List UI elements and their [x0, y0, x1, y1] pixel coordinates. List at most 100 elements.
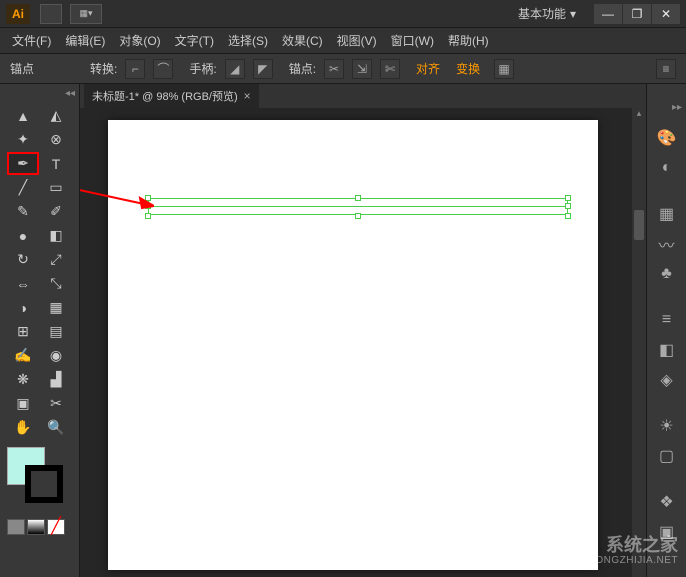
pen-tool[interactable]: ✒ — [7, 152, 39, 175]
document-area: 未标题-1* @ 98% (RGB/预览) × — [80, 84, 646, 577]
selected-path[interactable] — [148, 198, 568, 216]
tools-collapse-icon[interactable]: ◂◂ — [0, 84, 79, 102]
brushes-icon[interactable]: 〰 — [653, 232, 681, 256]
connect-anchor-icon[interactable]: ⇲ — [352, 59, 372, 79]
bridge-icon[interactable] — [40, 4, 62, 24]
scale-tool[interactable]: ⤢ — [40, 248, 72, 271]
color-mode-none[interactable]: ╱ — [47, 519, 65, 535]
right-panel-collapse-icon[interactable]: ▸▸ — [647, 102, 686, 120]
blend-tool[interactable]: ◉ — [40, 344, 72, 367]
vertical-scrollbar[interactable]: ▴ — [632, 108, 646, 577]
menu-help[interactable]: 帮助(H) — [442, 29, 495, 52]
document-tab[interactable]: 未标题-1* @ 98% (RGB/预览) × — [84, 84, 259, 108]
fill-stroke-control[interactable] — [7, 447, 71, 511]
menubar: 文件(F) 编辑(E) 对象(O) 文字(T) 选择(S) 效果(C) 视图(V… — [0, 28, 686, 54]
cut-path-icon[interactable]: ✄ — [380, 59, 400, 79]
menu-window[interactable]: 窗口(W) — [385, 29, 440, 52]
color-mode-normal[interactable] — [7, 519, 25, 535]
workspace-switcher[interactable]: 基本功能 ▾ — [510, 3, 584, 24]
document-tabs: 未标题-1* @ 98% (RGB/预览) × — [80, 84, 646, 108]
appearance-icon[interactable]: ☀ — [653, 414, 681, 438]
perspective-grid-tool[interactable]: ▦ — [40, 296, 72, 319]
anchors-label: 锚点: — [289, 60, 316, 77]
selection-handle[interactable] — [565, 203, 571, 209]
eyedropper-tool[interactable]: ✍ — [7, 344, 39, 367]
blob-brush-tool[interactable]: ● — [7, 224, 39, 247]
tools-panel: ◂◂ ▲ ◭ ✦ ⊗ ✒ T ╱ ▭ ✎ ✐ ● ◧ ↻ ⤢ ⇔ ⤡ ◑ ▦ ⊞… — [0, 84, 80, 577]
pencil-tool[interactable]: ✐ — [40, 200, 72, 223]
lasso-tool[interactable]: ⊗ — [40, 128, 72, 151]
tab-close-icon[interactable]: × — [244, 89, 251, 103]
menu-object[interactable]: 对象(O) — [113, 29, 166, 52]
type-tool[interactable]: T — [40, 152, 72, 175]
scroll-up-icon[interactable]: ▴ — [632, 108, 646, 120]
symbol-sprayer-tool[interactable]: ❋ — [7, 368, 39, 391]
control-bar: 锚点 转换: ⌐ ⌒ 手柄: ◢ ◤ 锚点: ✂ ⇲ ✄ 对齐 变换 ▦ ≡ — [0, 54, 686, 84]
artboard-tool[interactable]: ▣ — [7, 392, 39, 415]
color-guide-icon[interactable]: ◐ — [653, 156, 681, 180]
minimize-button[interactable]: — — [594, 4, 622, 24]
remove-anchor-icon[interactable]: ✂ — [324, 59, 344, 79]
eraser-tool[interactable]: ◧ — [40, 224, 72, 247]
convert-label: 转换: — [90, 60, 117, 77]
document-tab-title: 未标题-1* @ 98% (RGB/预览) — [92, 88, 238, 104]
transform-link[interactable]: 变换 — [456, 60, 480, 77]
swatches-icon[interactable]: ▦ — [653, 202, 681, 226]
titlebar: Ai ▦▾ 基本功能 ▾ — ❐ ✕ — [0, 0, 686, 28]
handle-hide-icon[interactable]: ◤ — [253, 59, 273, 79]
stroke-icon[interactable]: ≡ — [653, 308, 681, 332]
isolate-icon[interactable]: ▦ — [494, 59, 514, 79]
rectangle-tool[interactable]: ▭ — [40, 176, 72, 199]
selection-handle[interactable] — [565, 195, 571, 201]
menu-effect[interactable]: 效果(C) — [276, 29, 329, 52]
scroll-thumb[interactable] — [634, 210, 644, 240]
selection-handle[interactable] — [145, 203, 151, 209]
direct-selection-tool[interactable]: ◭ — [40, 104, 72, 127]
selection-tool[interactable]: ▲ — [7, 104, 39, 127]
mesh-tool[interactable]: ⊞ — [7, 320, 39, 343]
color-mode-row: ╱ — [0, 517, 79, 537]
selection-handle[interactable] — [355, 213, 361, 219]
brush-tool[interactable]: ✎ — [7, 200, 39, 223]
line-tool[interactable]: ╱ — [7, 176, 39, 199]
symbols-icon[interactable]: ♣ — [653, 262, 681, 286]
zoom-tool[interactable]: 🔍 — [40, 416, 72, 439]
arrange-docs-dropdown[interactable]: ▦▾ — [70, 4, 102, 24]
column-graph-tool[interactable]: ▟ — [40, 368, 72, 391]
canvas[interactable] — [80, 108, 646, 577]
menu-select[interactable]: 选择(S) — [222, 29, 274, 52]
workspace-label: 基本功能 — [518, 5, 566, 22]
stroke-swatch[interactable] — [25, 465, 63, 503]
handle-show-icon[interactable]: ◢ — [225, 59, 245, 79]
menu-view[interactable]: 视图(V) — [331, 29, 383, 52]
shape-builder-tool[interactable]: ◑ — [7, 296, 39, 319]
color-mode-gradient[interactable] — [27, 519, 45, 535]
menu-type[interactable]: 文字(T) — [169, 29, 220, 52]
convert-smooth-icon[interactable]: ⌒ — [153, 59, 173, 79]
rotate-tool[interactable]: ↻ — [7, 248, 39, 271]
selection-handle[interactable] — [355, 195, 361, 201]
convert-corner-icon[interactable]: ⌐ — [125, 59, 145, 79]
align-link[interactable]: 对齐 — [416, 60, 440, 77]
layers-icon[interactable]: ❖ — [653, 490, 681, 514]
controlbar-menu-icon[interactable]: ≡ — [656, 59, 676, 79]
artboard[interactable] — [108, 120, 598, 570]
graphic-styles-icon[interactable]: ▢ — [653, 444, 681, 468]
menu-edit[interactable]: 编辑(E) — [59, 29, 111, 52]
magic-wand-tool[interactable]: ✦ — [7, 128, 39, 151]
artboards-icon[interactable]: ▣ — [653, 520, 681, 544]
color-icon[interactable]: 🎨 — [653, 126, 681, 150]
close-button[interactable]: ✕ — [652, 4, 680, 24]
width-tool[interactable]: ⇔ — [7, 272, 39, 295]
gradient-tool[interactable]: ▤ — [40, 320, 72, 343]
selection-handle[interactable] — [145, 195, 151, 201]
free-transform-tool[interactable]: ⤡ — [40, 272, 72, 295]
menu-file[interactable]: 文件(F) — [6, 29, 57, 52]
gradient-icon[interactable]: ◧ — [653, 338, 681, 362]
maximize-button[interactable]: ❐ — [623, 4, 651, 24]
hand-tool[interactable]: ✋ — [7, 416, 39, 439]
selection-handle[interactable] — [565, 213, 571, 219]
selection-handle[interactable] — [145, 213, 151, 219]
slice-tool[interactable]: ✂ — [40, 392, 72, 415]
transparency-icon[interactable]: ◈ — [653, 368, 681, 392]
